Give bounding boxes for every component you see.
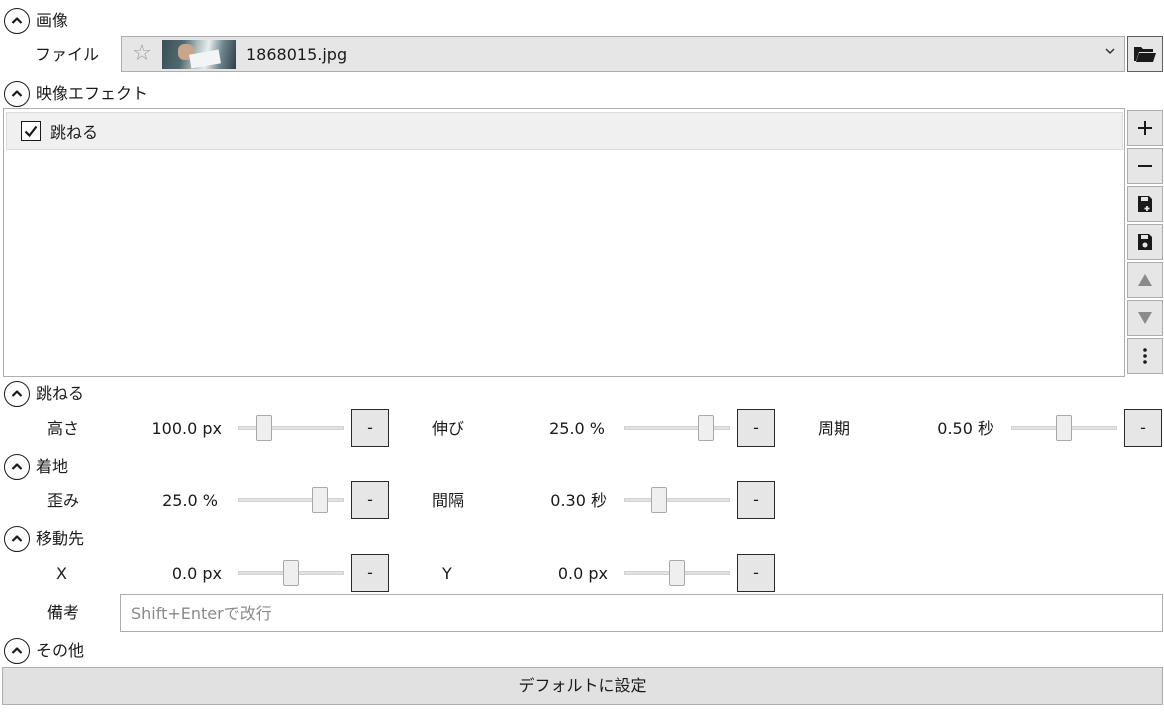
section-title: 着地: [36, 457, 69, 476]
y-value[interactable]: 0.0 px: [515, 564, 608, 584]
file-select[interactable]: ☆ 1868015.jpg: [121, 36, 1125, 72]
height-value[interactable]: 100.0 px: [130, 419, 222, 439]
distortion-slider[interactable]: [238, 485, 344, 515]
star-outline-icon[interactable]: ☆: [128, 43, 156, 65]
section-header-destination[interactable]: 移動先: [4, 525, 84, 553]
stretch-slider[interactable]: [624, 413, 730, 443]
checkmark-icon: [24, 125, 38, 138]
collapse-chevron-icon[interactable]: [4, 81, 30, 107]
save-icon: [1138, 234, 1152, 250]
distortion-value[interactable]: 25.0 %: [130, 491, 218, 511]
x-value[interactable]: 0.0 px: [130, 564, 222, 584]
x-label: X: [56, 564, 67, 583]
section-title: 跳ねる: [36, 384, 85, 403]
effect-enabled-checkbox[interactable]: [21, 121, 41, 141]
section-title: 画像: [36, 11, 69, 30]
minus-icon: [1138, 165, 1152, 167]
period-reset-button[interactable]: -: [1124, 409, 1162, 447]
add-effect-button[interactable]: [1127, 110, 1163, 146]
slider-thumb[interactable]: [256, 415, 272, 441]
chevron-down-icon[interactable]: [1104, 45, 1116, 57]
slider-thumb[interactable]: [283, 560, 299, 586]
save-as-icon: [1138, 196, 1152, 212]
y-label: Y: [442, 564, 452, 583]
reset-to-default-button[interactable]: デフォルトに設定: [2, 667, 1163, 705]
period-label: 周期: [818, 419, 851, 438]
save-button[interactable]: [1127, 224, 1163, 260]
stretch-value[interactable]: 25.0 %: [515, 419, 605, 439]
memo-input[interactable]: [120, 594, 1163, 632]
save-as-button[interactable]: [1127, 186, 1163, 222]
height-label: 高さ: [47, 419, 80, 438]
slider-thumb[interactable]: [669, 560, 685, 586]
collapse-chevron-icon[interactable]: [4, 526, 30, 552]
section-header-image[interactable]: 画像: [4, 7, 68, 35]
collapse-chevron-icon[interactable]: [4, 638, 30, 664]
plus-icon: [1138, 121, 1152, 135]
interval-value[interactable]: 0.30 秒: [515, 491, 607, 511]
move-down-icon: [1138, 312, 1152, 324]
file-name: 1868015.jpg: [246, 44, 348, 64]
section-header-video-effects[interactable]: 映像エフェクト: [4, 80, 148, 108]
image-thumbnail: [162, 39, 236, 69]
file-label: ファイル: [35, 45, 100, 64]
more-vertical-icon: [1143, 348, 1147, 364]
slider-thumb[interactable]: [312, 487, 328, 513]
collapse-chevron-icon[interactable]: [4, 8, 30, 34]
section-title: その他: [36, 641, 85, 660]
folder-open-icon: [1134, 47, 1156, 62]
period-slider[interactable]: [1011, 413, 1117, 443]
collapse-chevron-icon[interactable]: [4, 381, 30, 407]
section-header-landing[interactable]: 着地: [4, 453, 68, 481]
move-up-icon: [1138, 274, 1152, 286]
y-reset-button[interactable]: -: [737, 554, 775, 592]
browse-file-button[interactable]: [1127, 36, 1163, 72]
period-value[interactable]: 0.50 秒: [900, 419, 994, 439]
y-slider[interactable]: [624, 558, 730, 588]
interval-slider[interactable]: [624, 485, 730, 515]
list-item[interactable]: 跳ねる: [6, 112, 1123, 150]
distortion-reset-button[interactable]: -: [351, 481, 389, 519]
move-up-button[interactable]: [1127, 262, 1163, 298]
remove-effect-button[interactable]: [1127, 148, 1163, 184]
stretch-reset-button[interactable]: -: [737, 409, 775, 447]
slider-thumb[interactable]: [651, 487, 667, 513]
effect-name: 跳ねる: [50, 123, 99, 142]
distortion-label: 歪み: [47, 491, 80, 510]
interval-label: 間隔: [432, 491, 465, 510]
collapse-chevron-icon[interactable]: [4, 454, 30, 480]
slider-thumb[interactable]: [1056, 415, 1072, 441]
memo-label: 備考: [47, 603, 80, 622]
interval-reset-button[interactable]: -: [737, 481, 775, 519]
x-reset-button[interactable]: -: [351, 554, 389, 592]
height-slider[interactable]: [238, 413, 344, 443]
section-title: 映像エフェクト: [36, 84, 149, 103]
section-header-other[interactable]: その他: [4, 637, 84, 665]
effect-list[interactable]: 跳ねる: [3, 108, 1125, 377]
move-down-button[interactable]: [1127, 300, 1163, 336]
x-slider[interactable]: [238, 558, 344, 588]
more-options-button[interactable]: [1127, 338, 1163, 374]
slider-thumb[interactable]: [698, 415, 714, 441]
stretch-label: 伸び: [432, 419, 465, 438]
section-title: 移動先: [36, 529, 85, 548]
section-header-bounce[interactable]: 跳ねる: [4, 380, 84, 408]
height-reset-button[interactable]: -: [351, 409, 389, 447]
